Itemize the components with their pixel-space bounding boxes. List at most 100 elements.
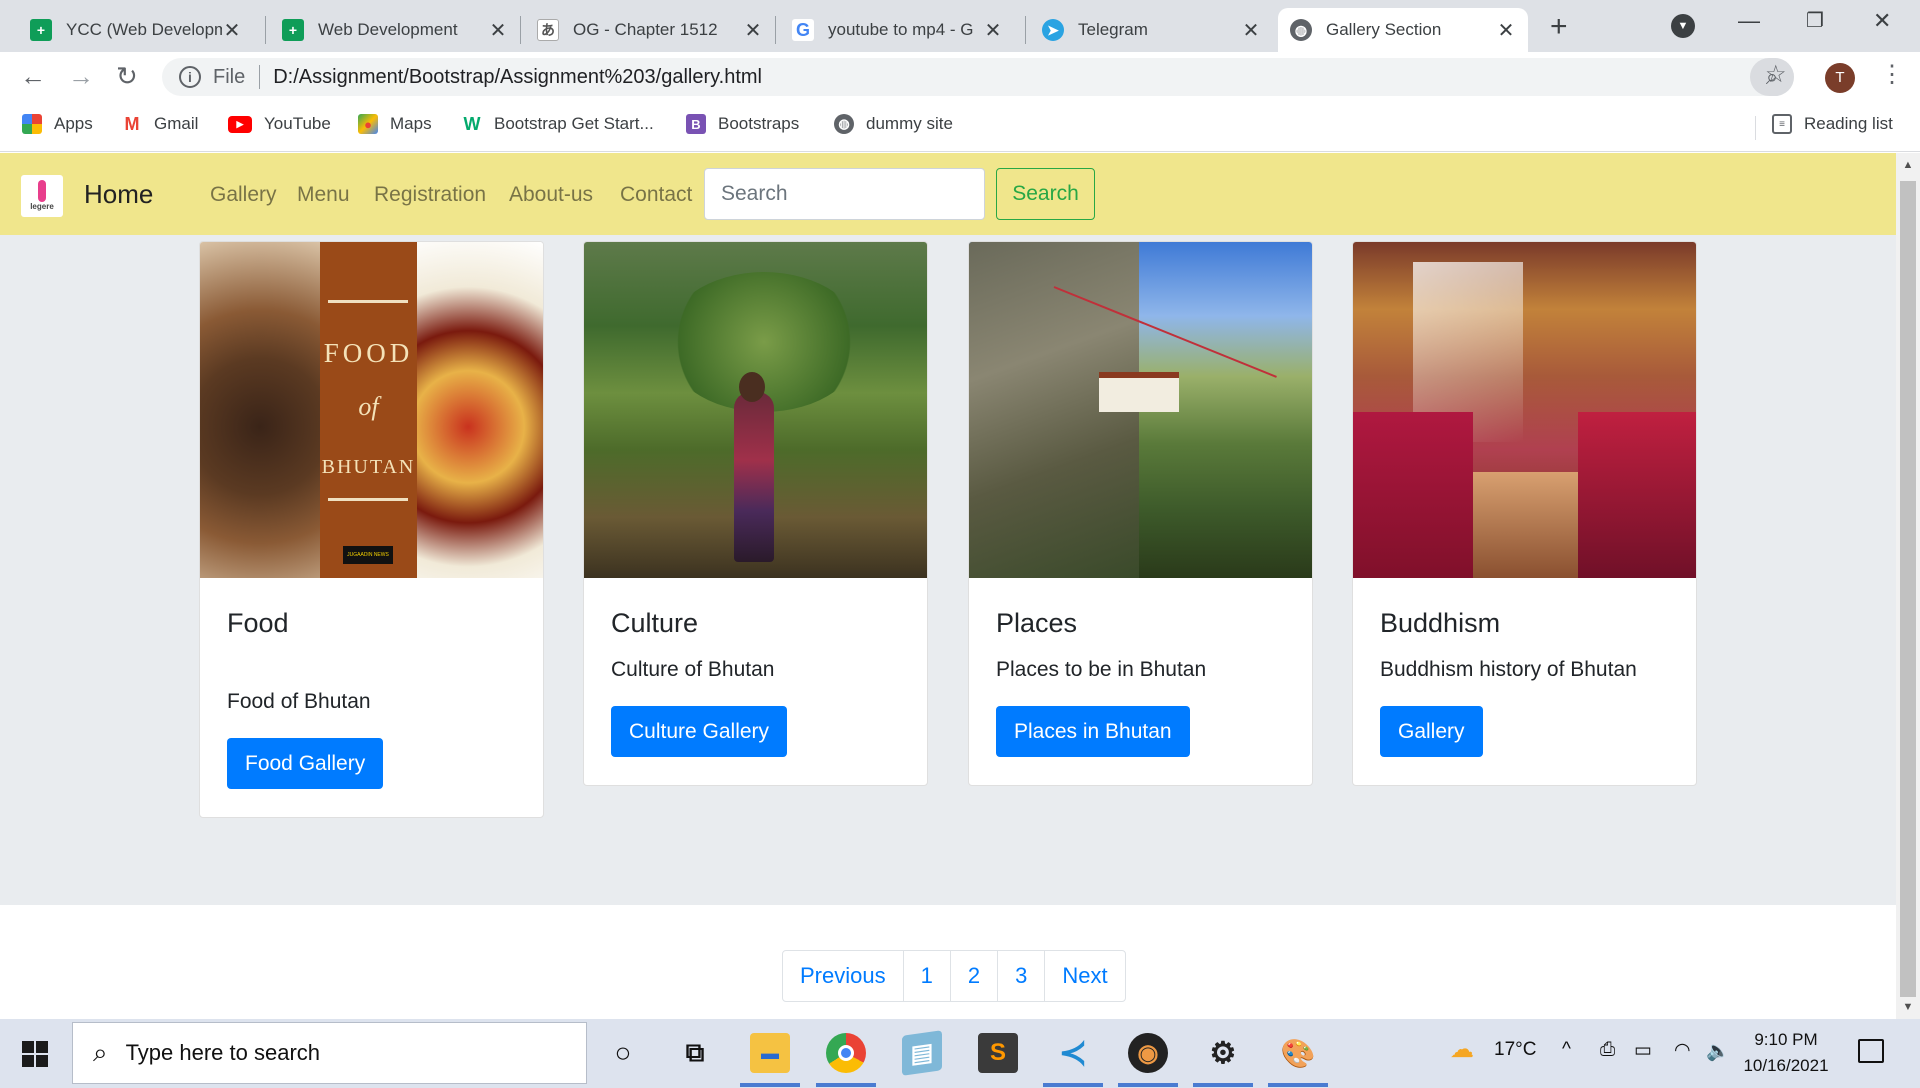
cortana-icon[interactable]: ○: [603, 1033, 643, 1073]
battery-icon[interactable]: ▭: [1634, 1039, 1652, 1062]
bookmark-dummy-site[interactable]: ◍ dummy site: [834, 114, 953, 134]
tab-gallery-section[interactable]: ◍ Gallery Section ✕: [1278, 8, 1528, 52]
bookmark-youtube[interactable]: ▶ YouTube: [228, 114, 331, 134]
close-icon[interactable]: ✕: [1241, 18, 1261, 43]
globe-icon: ◍: [1290, 19, 1312, 41]
scroll-down-arrow-icon[interactable]: ▼: [1896, 1001, 1920, 1013]
food-gallery-button[interactable]: Food Gallery: [227, 738, 384, 789]
site-navbar: legere Home Gallery Menu Registration Ab…: [0, 153, 1896, 235]
scrollbar-thumb[interactable]: [1900, 181, 1916, 997]
tab-strip: + YCC (Web Developm ✕ + Web Development …: [0, 0, 1920, 52]
close-icon[interactable]: ✕: [1496, 18, 1516, 43]
buddhism-gallery-button[interactable]: Gallery: [1380, 706, 1483, 757]
forward-arrow-icon[interactable]: →: [68, 61, 94, 92]
media-player-icon[interactable]: ◉: [1128, 1033, 1168, 1073]
nav-link-contact[interactable]: Contact: [620, 183, 692, 207]
minimize-icon[interactable]: —: [1738, 8, 1760, 34]
search-input[interactable]: [704, 168, 985, 220]
clock-date: 10/16/2021: [1743, 1056, 1829, 1075]
bookmark-star-icon[interactable]: ☆: [1765, 60, 1787, 89]
bookmark-label: Bootstrap Get Start...: [494, 114, 654, 133]
tab-og-chapter[interactable]: あ OG - Chapter 1512 ✕: [525, 8, 775, 52]
card-text: Places to be in Bhutan: [996, 658, 1207, 681]
bookmark-gmail[interactable]: M Gmail: [122, 114, 199, 134]
places-in-bhutan-button[interactable]: Places in Bhutan: [996, 706, 1190, 757]
sublime-text-icon[interactable]: S: [978, 1033, 1018, 1073]
bookmark-bootstrap-get-started[interactable]: W Bootstrap Get Start...: [462, 114, 654, 134]
bookmark-bootstraps[interactable]: B Bootstraps: [686, 114, 799, 134]
nav-link-registration[interactable]: Registration: [374, 183, 486, 207]
pagination-next[interactable]: Next: [1044, 950, 1126, 1002]
taskbar-search-box[interactable]: ⌕ Type here to search: [72, 1022, 587, 1084]
vscode-icon[interactable]: ≺: [1053, 1033, 1093, 1073]
notification-center-icon[interactable]: [1858, 1039, 1884, 1063]
card-culture: Culture Culture of Bhutan Culture Galler…: [583, 241, 928, 786]
page-scrollbar[interactable]: ▲ ▼: [1896, 153, 1920, 1019]
pagination-page-2[interactable]: 2: [949, 950, 999, 1002]
taskbar-clock[interactable]: 9:10 PM 10/16/2021: [1740, 1027, 1832, 1079]
weather-temperature[interactable]: 17°C: [1494, 1039, 1536, 1061]
tab-ycc[interactable]: + YCC (Web Developm ✕: [18, 8, 254, 52]
menu-kebab-icon[interactable]: ⋮: [1880, 60, 1904, 89]
settings-gear-icon[interactable]: ⚙: [1203, 1033, 1243, 1073]
page-viewport: legere Home Gallery Menu Registration Ab…: [0, 153, 1896, 1019]
url-text[interactable]: D:/Assignment/Bootstrap/Assignment%203/g…: [273, 66, 762, 89]
telegram-icon: ➤: [1042, 19, 1064, 41]
info-icon[interactable]: i: [179, 66, 201, 88]
search-button[interactable]: Search: [996, 168, 1095, 220]
address-bar[interactable]: i File D:/Assignment/Bootstrap/Assignmen…: [162, 58, 1794, 96]
close-icon[interactable]: ✕: [488, 18, 508, 43]
close-icon[interactable]: ✕: [743, 18, 763, 43]
close-window-icon[interactable]: ✕: [1873, 8, 1891, 34]
bookmark-apps[interactable]: Apps: [22, 114, 93, 134]
bookmark-label: Bootstraps: [718, 114, 800, 133]
reading-list[interactable]: ≡ Reading list: [1772, 114, 1893, 134]
restore-icon[interactable]: ❐: [1806, 8, 1824, 33]
logo-text: legere: [30, 202, 54, 211]
site-logo[interactable]: legere: [21, 175, 63, 217]
meet-now-icon[interactable]: ⎙: [1600, 1039, 1615, 1061]
wifi-icon[interactable]: ◠: [1674, 1039, 1691, 1062]
tab-title: YCC (Web Developm: [66, 20, 222, 39]
nav-brand-home[interactable]: Home: [84, 179, 153, 210]
profile-avatar[interactable]: T: [1825, 63, 1855, 93]
windows-start-icon[interactable]: [22, 1041, 48, 1067]
pagination-previous[interactable]: Previous: [782, 950, 904, 1002]
food-image-caption: FOOD: [323, 338, 414, 368]
nav-link-gallery[interactable]: Gallery: [210, 183, 277, 207]
new-tab-button[interactable]: +: [1550, 10, 1568, 44]
file-explorer-icon[interactable]: ▬: [750, 1033, 790, 1073]
weather-icon[interactable]: ☁: [1450, 1035, 1474, 1064]
tab-web-development[interactable]: + Web Development ✕: [270, 8, 520, 52]
nav-link-menu[interactable]: Menu: [297, 183, 350, 207]
close-icon[interactable]: ✕: [983, 18, 1003, 43]
tab-search-icon[interactable]: ▼: [1671, 14, 1695, 38]
notepad-icon[interactable]: ▤: [902, 1030, 942, 1076]
nav-link-about-us[interactable]: About-us: [509, 183, 593, 207]
close-icon[interactable]: ✕: [222, 18, 242, 43]
reload-icon[interactable]: ↻: [116, 61, 138, 92]
task-view-icon[interactable]: ⧉: [675, 1033, 715, 1073]
google-icon: G: [792, 19, 814, 41]
bookmark-label: Gmail: [154, 114, 199, 133]
globe-icon: ◍: [834, 114, 854, 134]
bookmark-label: YouTube: [264, 114, 331, 133]
chrome-icon[interactable]: [826, 1033, 866, 1073]
tab-telegram[interactable]: ➤ Telegram ✕: [1030, 8, 1273, 52]
scroll-up-arrow-icon[interactable]: ▲: [1896, 159, 1920, 171]
paint-icon[interactable]: 🎨: [1278, 1033, 1318, 1073]
back-arrow-icon[interactable]: ←: [20, 61, 46, 92]
pagination-page-3[interactable]: 3: [997, 950, 1046, 1002]
pagination-page-1[interactable]: 1: [902, 950, 951, 1002]
card-title: Culture: [611, 608, 699, 638]
search-icon: ⌕: [93, 1037, 108, 1067]
bookmark-maps[interactable]: ● Maps: [358, 114, 432, 134]
culture-gallery-button[interactable]: Culture Gallery: [611, 706, 788, 757]
card-text: Buddhism history of Bhutan: [1380, 658, 1637, 681]
volume-icon[interactable]: 🔈: [1706, 1039, 1730, 1063]
tray-chevron-icon[interactable]: ^: [1562, 1039, 1571, 1061]
sheets-icon: +: [282, 19, 304, 41]
reading-list-label: Reading list: [1804, 114, 1893, 133]
tab-title: Gallery Section: [1326, 20, 1442, 39]
tab-youtube-to-mp4[interactable]: G youtube to mp4 - G ✕: [780, 8, 1015, 52]
